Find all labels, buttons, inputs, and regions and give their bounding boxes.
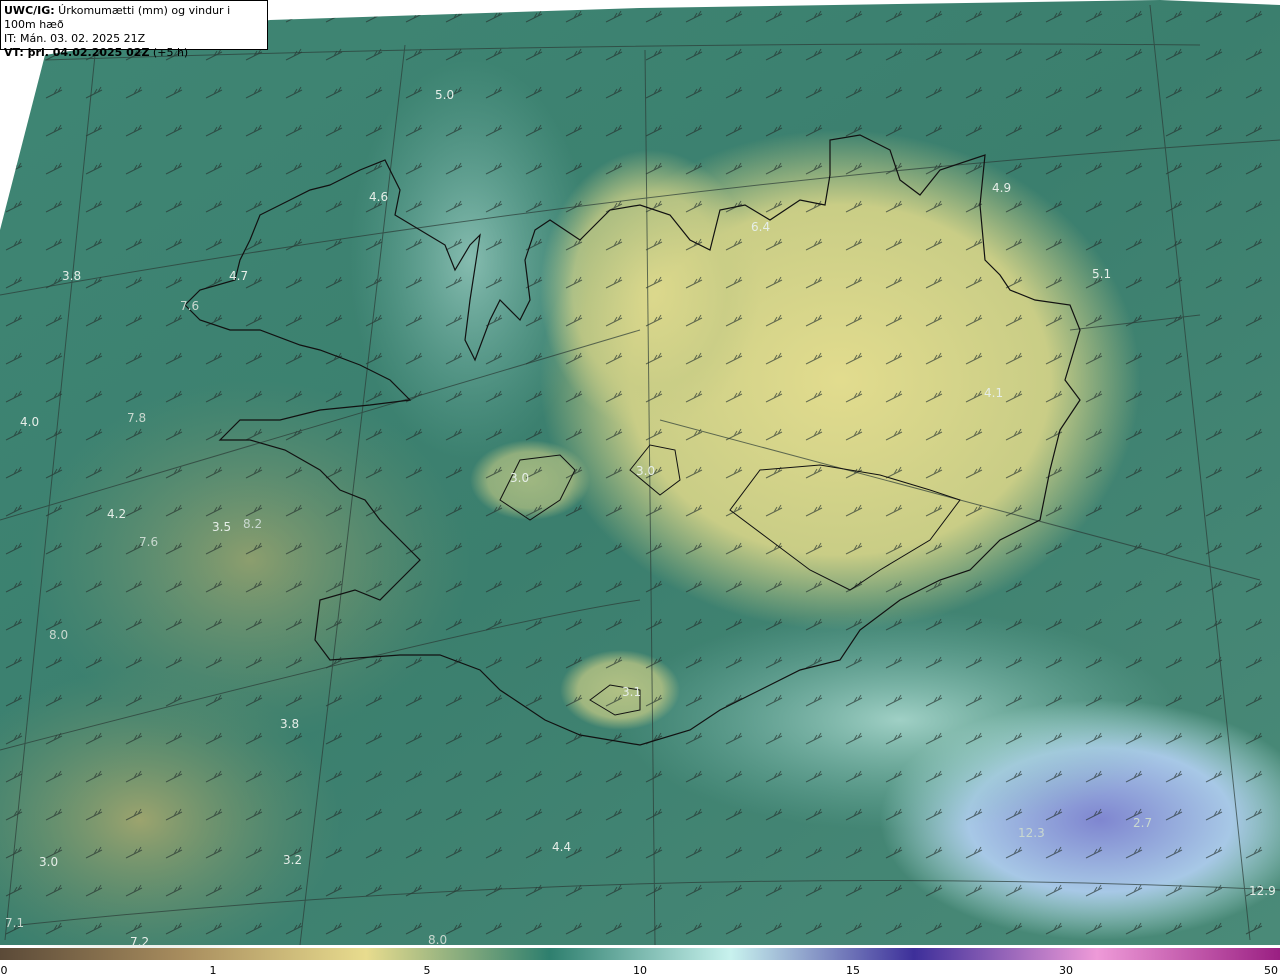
colorbar — [0, 948, 1280, 960]
map-value: 7.6 — [180, 299, 199, 313]
map-value: 7.8 — [127, 411, 146, 425]
header-line-valid: VT: þri. 04.02.2025 02Z (+5 h) — [4, 46, 264, 60]
colorbar-tick: 1 — [209, 964, 217, 977]
map-value: 12.9 — [1249, 884, 1276, 898]
map-value: 4.4 — [552, 840, 571, 854]
map-value: 3.1 — [622, 685, 641, 699]
map-value: 7.1 — [5, 916, 24, 930]
map-value: 2.7 — [1133, 816, 1152, 830]
map-header: UWC/IG: Úrkomumætti (mm) og vindur i 100… — [0, 0, 268, 59]
map-value: 3.0 — [636, 464, 655, 478]
map-value: 8.0 — [428, 933, 447, 947]
colorbar-tick: 0 — [0, 964, 8, 977]
map-value: 4.6 — [369, 190, 388, 204]
colorbar-tick: 10 — [633, 964, 647, 977]
map-value: 3.8 — [62, 269, 81, 283]
map-canvas: 5.0 4.6 4.9 6.4 3.8 4.7 7.6 5.1 4.0 7.8 … — [0, 0, 1280, 948]
map-value: 8.0 — [49, 628, 68, 642]
header-line-product: UWC/IG: Úrkomumætti (mm) og vindur i 100… — [4, 4, 264, 32]
map-value: 4.0 — [20, 415, 39, 429]
map-value: 3.2 — [283, 853, 302, 867]
map-value: 7.6 — [139, 535, 158, 549]
map-value: 4.1 — [984, 386, 1003, 400]
map-value: 5.1 — [1092, 267, 1111, 281]
colorbar-tick: 15 — [846, 964, 860, 977]
product-code: UWC/IG: — [4, 4, 55, 17]
map-value: 6.4 — [751, 220, 770, 234]
colorbar-tick: 5 — [423, 964, 431, 977]
colorbar-tick: 30 — [1059, 964, 1073, 977]
map-value: 4.7 — [229, 269, 248, 283]
lead-time: (+5 h) — [149, 46, 189, 59]
weather-map[interactable]: 5.0 4.6 4.9 6.4 3.8 4.7 7.6 5.1 4.0 7.8 … — [0, 0, 1280, 948]
map-value: 5.0 — [435, 88, 454, 102]
map-value: 8.2 — [243, 517, 262, 531]
map-value: 12.3 — [1018, 826, 1045, 840]
map-value: 7.2 — [130, 935, 149, 948]
map-value: 4.9 — [992, 181, 1011, 195]
map-value: 3.5 — [212, 520, 231, 534]
map-value: 4.2 — [107, 507, 126, 521]
valid-time: VT: þri. 04.02.2025 02Z — [4, 46, 150, 59]
initial-time: IT: Mán. 03. 02. 2025 21Z — [4, 32, 146, 45]
map-value: 3.0 — [510, 471, 529, 485]
map-value: 3.0 — [39, 855, 58, 869]
colorbar-tick: 50 — [1264, 964, 1278, 977]
map-value: 3.8 — [280, 717, 299, 731]
